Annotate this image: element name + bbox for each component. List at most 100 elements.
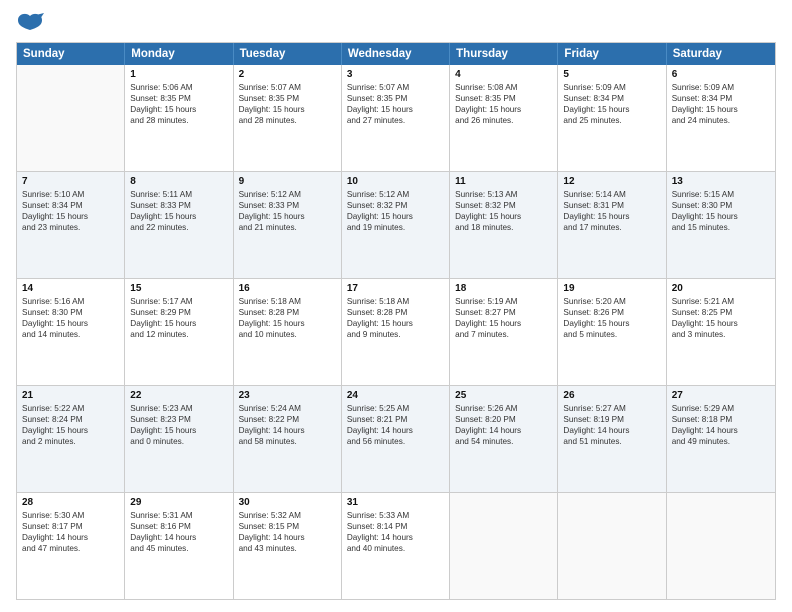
calendar-day-22: 22Sunrise: 5:23 AMSunset: 8:23 PMDayligh… [125,386,233,492]
day-info-line: Daylight: 15 hours [563,318,660,329]
day-info-line: Sunrise: 5:19 AM [455,296,552,307]
day-info-line: Daylight: 15 hours [455,318,552,329]
day-info-line: and 54 minutes. [455,436,552,447]
day-info-line: and 49 minutes. [672,436,770,447]
day-info-line: and 25 minutes. [563,115,660,126]
day-info-line: and 40 minutes. [347,543,444,554]
day-info-line: Daylight: 14 hours [563,425,660,436]
day-number: 25 [455,390,552,401]
calendar-day-17: 17Sunrise: 5:18 AMSunset: 8:28 PMDayligh… [342,279,450,385]
day-info-line: Sunset: 8:35 PM [347,93,444,104]
day-info-line: Sunrise: 5:12 AM [239,189,336,200]
day-info-line: Sunset: 8:23 PM [130,414,227,425]
day-info-line: and 26 minutes. [455,115,552,126]
day-info-line: and 58 minutes. [239,436,336,447]
day-info-line: and 28 minutes. [239,115,336,126]
day-number: 9 [239,176,336,187]
day-info-line: Sunrise: 5:08 AM [455,82,552,93]
header-day-tuesday: Tuesday [234,43,342,65]
calendar-day-29: 29Sunrise: 5:31 AMSunset: 8:16 PMDayligh… [125,493,233,599]
day-number: 23 [239,390,336,401]
day-info-line: Sunrise: 5:11 AM [130,189,227,200]
day-info-line: Daylight: 15 hours [455,211,552,222]
day-info-line: Sunset: 8:32 PM [347,200,444,211]
day-info-line: and 24 minutes. [672,115,770,126]
day-info-line: and 5 minutes. [563,329,660,340]
calendar-header: SundayMondayTuesdayWednesdayThursdayFrid… [17,43,775,65]
day-info-line: and 17 minutes. [563,222,660,233]
day-info-line: Sunrise: 5:33 AM [347,510,444,521]
day-info-line: Daylight: 15 hours [672,211,770,222]
header-day-sunday: Sunday [17,43,125,65]
day-info-line: Sunset: 8:33 PM [130,200,227,211]
day-info-line: Sunset: 8:17 PM [22,521,119,532]
day-info-line: Daylight: 15 hours [563,104,660,115]
day-info-line: Sunset: 8:35 PM [130,93,227,104]
header-day-thursday: Thursday [450,43,558,65]
day-info-line: Sunset: 8:30 PM [672,200,770,211]
day-info-line: and 19 minutes. [347,222,444,233]
day-info-line: Daylight: 15 hours [347,211,444,222]
day-number: 11 [455,176,552,187]
day-info-line: Sunrise: 5:06 AM [130,82,227,93]
header-day-monday: Monday [125,43,233,65]
calendar-day-empty [17,65,125,171]
day-number: 13 [672,176,770,187]
day-number: 16 [239,283,336,294]
day-info-line: Sunrise: 5:27 AM [563,403,660,414]
calendar-day-31: 31Sunrise: 5:33 AMSunset: 8:14 PMDayligh… [342,493,450,599]
day-info-line: and 47 minutes. [22,543,119,554]
day-info-line: Sunrise: 5:25 AM [347,403,444,414]
day-info-line: Daylight: 15 hours [22,425,119,436]
day-info-line: Sunset: 8:33 PM [239,200,336,211]
day-info-line: Sunrise: 5:18 AM [347,296,444,307]
day-info-line: and 9 minutes. [347,329,444,340]
day-info-line: Sunset: 8:28 PM [347,307,444,318]
day-info-line: Daylight: 14 hours [130,532,227,543]
calendar-day-4: 4Sunrise: 5:08 AMSunset: 8:35 PMDaylight… [450,65,558,171]
day-info-line: and 51 minutes. [563,436,660,447]
day-info-line: Daylight: 14 hours [22,532,119,543]
calendar-day-28: 28Sunrise: 5:30 AMSunset: 8:17 PMDayligh… [17,493,125,599]
day-info-line: Sunset: 8:29 PM [130,307,227,318]
day-info-line: Sunrise: 5:22 AM [22,403,119,414]
day-info-line: Daylight: 15 hours [239,211,336,222]
calendar-day-16: 16Sunrise: 5:18 AMSunset: 8:28 PMDayligh… [234,279,342,385]
day-info-line: Sunset: 8:25 PM [672,307,770,318]
day-info-line: Sunrise: 5:20 AM [563,296,660,307]
day-info-line: Sunrise: 5:21 AM [672,296,770,307]
calendar-day-10: 10Sunrise: 5:12 AMSunset: 8:32 PMDayligh… [342,172,450,278]
day-info-line: Sunrise: 5:07 AM [239,82,336,93]
day-info-line: Sunset: 8:24 PM [22,414,119,425]
day-info-line: Sunset: 8:35 PM [455,93,552,104]
day-info-line: Sunrise: 5:17 AM [130,296,227,307]
day-number: 24 [347,390,444,401]
day-info-line: Daylight: 14 hours [455,425,552,436]
day-number: 31 [347,497,444,508]
day-number: 7 [22,176,119,187]
day-info-line: Sunrise: 5:10 AM [22,189,119,200]
day-info-line: Daylight: 15 hours [22,318,119,329]
calendar-week-2: 7Sunrise: 5:10 AMSunset: 8:34 PMDaylight… [17,172,775,279]
day-number: 4 [455,69,552,80]
day-info-line: Sunset: 8:35 PM [239,93,336,104]
day-info-line: Sunset: 8:34 PM [22,200,119,211]
logo [16,12,48,34]
day-number: 5 [563,69,660,80]
calendar-day-15: 15Sunrise: 5:17 AMSunset: 8:29 PMDayligh… [125,279,233,385]
day-info-line: and 18 minutes. [455,222,552,233]
day-number: 3 [347,69,444,80]
day-number: 1 [130,69,227,80]
day-number: 26 [563,390,660,401]
day-info-line: Daylight: 14 hours [672,425,770,436]
day-info-line: Sunrise: 5:23 AM [130,403,227,414]
day-number: 22 [130,390,227,401]
day-info-line: Daylight: 15 hours [22,211,119,222]
day-info-line: Sunset: 8:14 PM [347,521,444,532]
calendar-day-12: 12Sunrise: 5:14 AMSunset: 8:31 PMDayligh… [558,172,666,278]
day-info-line: Daylight: 15 hours [347,318,444,329]
calendar-day-20: 20Sunrise: 5:21 AMSunset: 8:25 PMDayligh… [667,279,775,385]
calendar-day-2: 2Sunrise: 5:07 AMSunset: 8:35 PMDaylight… [234,65,342,171]
day-number: 28 [22,497,119,508]
day-info-line: Sunset: 8:21 PM [347,414,444,425]
